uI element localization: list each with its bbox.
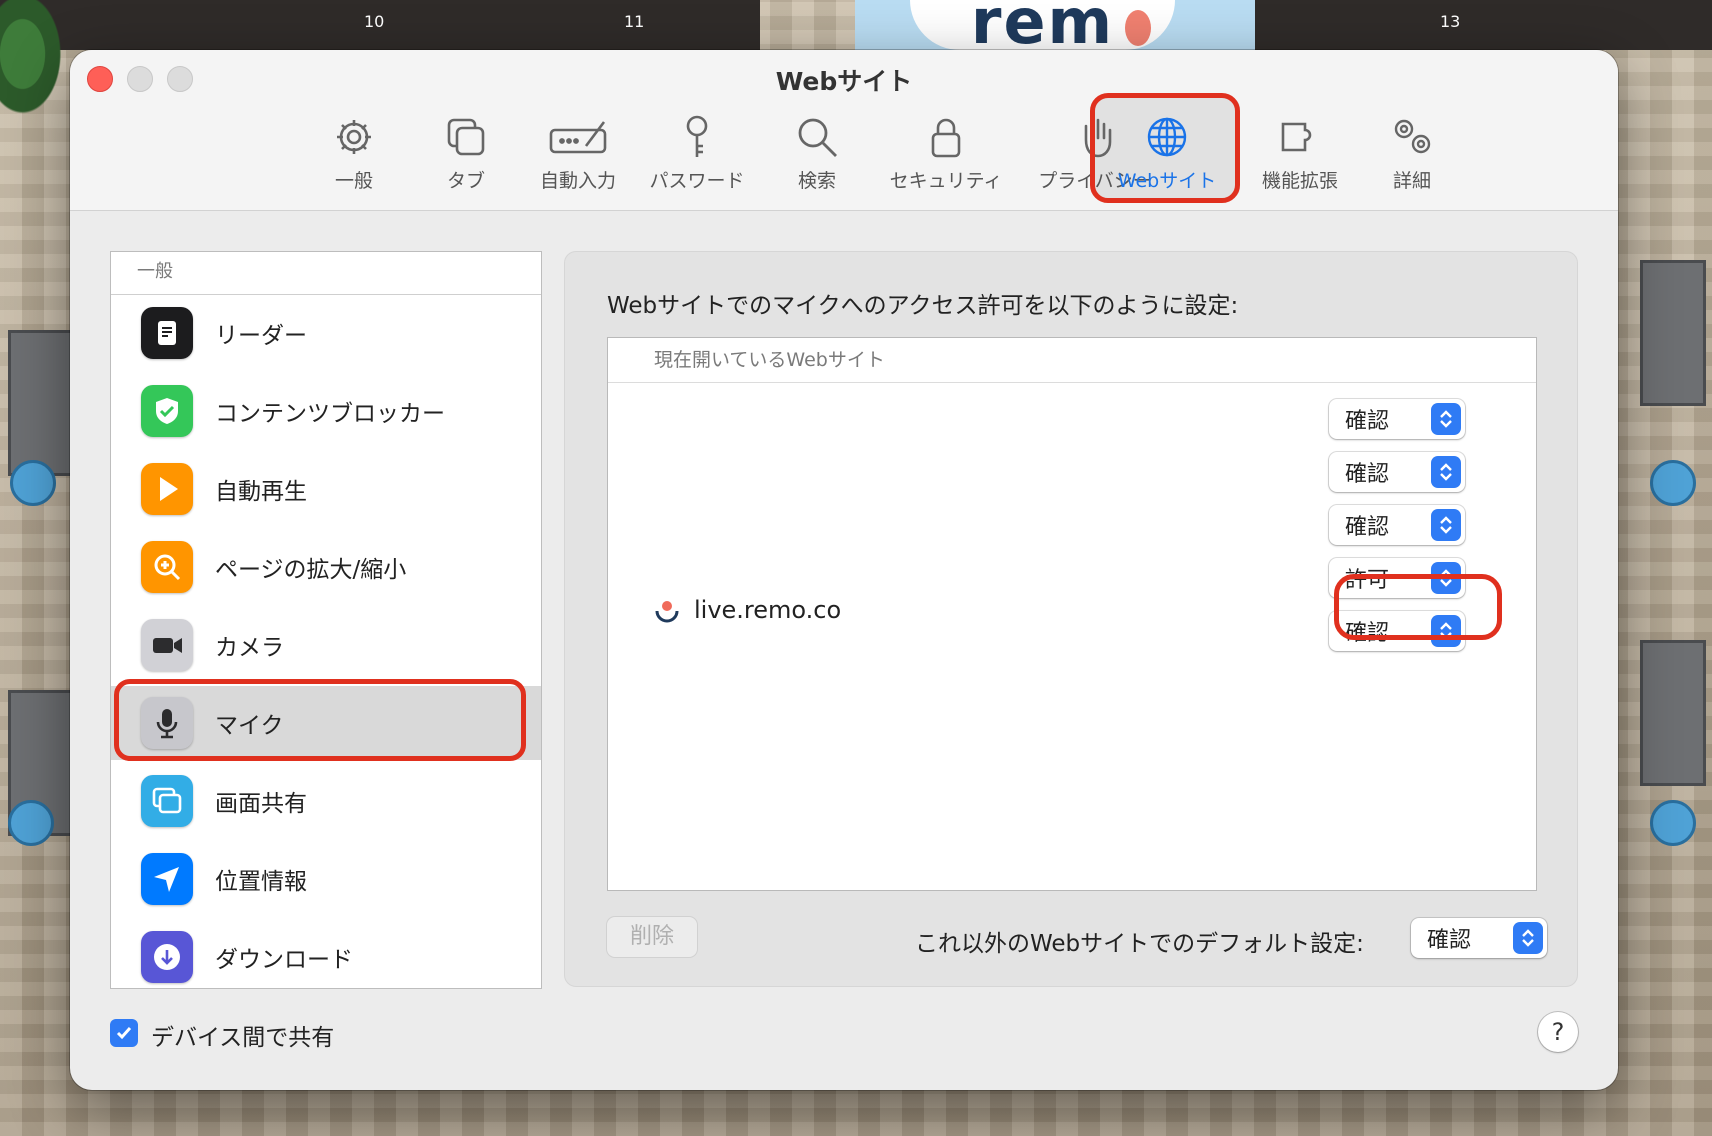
highlight-microphone-item — [114, 679, 526, 761]
remo-logo-banner: rem — [855, 0, 1255, 50]
permission-popup[interactable]: 確認 — [1329, 399, 1465, 439]
plant-decoration — [0, 0, 75, 135]
toolbar-label: パスワード — [649, 170, 745, 192]
permission-popup[interactable]: 確認 — [1329, 505, 1465, 545]
window-title: Webサイト — [775, 67, 913, 96]
popup-value: 確認 — [1345, 409, 1390, 434]
background-strip — [1255, 0, 1712, 50]
toolbar-tab-autofill[interactable]: 自動入力 — [528, 114, 628, 194]
sidebar-item-autoplay[interactable]: 自動再生 — [111, 452, 541, 526]
toolbar-label: 一般 — [334, 170, 373, 192]
popup-value: 確認 — [1345, 515, 1390, 540]
sidebar-item-screen-sharing[interactable]: 画面共有 — [111, 764, 541, 838]
table-row[interactable]: live.remo.co — [654, 596, 841, 624]
desk-decoration — [8, 330, 74, 476]
highlight-websites-tab — [1090, 93, 1240, 203]
remo-logo-dot — [1125, 10, 1151, 46]
toolbar-label: 詳細 — [1392, 170, 1431, 192]
chair-decoration — [10, 460, 56, 506]
default-setting-label: これ以外のWebサイトでのデフォルト設定: — [915, 931, 1364, 957]
sidebar-item-label: 画面共有 — [215, 791, 307, 817]
settings-sidebar: 一般 リーダー コンテンツブロッカー 自動再生 ページの拡大/縮小 カメラ マイ… — [110, 251, 542, 989]
checkmark-icon — [116, 1027, 132, 1040]
sidebar-item-downloads[interactable]: ダウンロード — [111, 920, 541, 988]
popup-value: 確認 — [1345, 462, 1390, 487]
preferences-window: Webサイト 一般 タブ 自動入力 パスワード 検索 セキュリティ プライバシー… — [70, 50, 1618, 1090]
desk-decoration — [1640, 260, 1706, 406]
help-button[interactable]: ? — [1538, 1012, 1578, 1052]
toolbar-tab-general[interactable]: 一般 — [304, 114, 404, 194]
background-room-number: 11 — [624, 12, 645, 31]
background-room-number: 10 — [364, 12, 385, 31]
toolbar-tab-tabs[interactable]: タブ — [416, 114, 516, 194]
chair-decoration — [8, 800, 54, 846]
share-across-devices-checkbox[interactable] — [110, 1019, 138, 1047]
remo-icon — [654, 597, 680, 623]
shield-check-icon — [141, 385, 193, 437]
toolbar-tab-security[interactable]: セキュリティ — [876, 114, 1016, 194]
delete-button[interactable]: 削除 — [607, 917, 697, 957]
search-icon — [798, 118, 837, 157]
toolbar-tab-extensions[interactable]: 機能拡張 — [1250, 114, 1350, 194]
toolbar-label: 自動入力 — [539, 170, 616, 192]
location-icon — [141, 853, 193, 905]
highlight-allow-popup — [1334, 574, 1502, 640]
chair-decoration — [1650, 460, 1696, 506]
popup-value: 確認 — [1427, 928, 1472, 953]
gears-icon — [1394, 119, 1431, 154]
camera-icon — [141, 619, 193, 671]
sidebar-item-reader[interactable]: リーダー — [111, 296, 541, 370]
share-across-devices-label: デバイス間で共有 — [151, 1025, 335, 1051]
download-icon — [141, 931, 193, 983]
chevron-updown-icon — [1513, 922, 1543, 954]
default-setting-popup[interactable]: 確認 — [1411, 918, 1547, 958]
sidebar-item-content-blockers[interactable]: コンテンツブロッカー — [111, 374, 541, 448]
sidebar-item-label: カメラ — [215, 635, 284, 661]
gear-icon — [337, 120, 371, 154]
toolbar-label: 機能拡張 — [1261, 170, 1338, 192]
play-icon — [141, 463, 193, 515]
puzzle-icon — [1281, 122, 1312, 152]
toolbar-label: タブ — [446, 170, 485, 192]
sidebar-section-header: 一般 — [111, 252, 541, 295]
tabs-icon — [447, 118, 485, 156]
sidebar-item-label: 自動再生 — [215, 479, 307, 505]
reader-icon — [141, 307, 193, 359]
sidebar-item-label: ページの拡大/縮小 — [215, 557, 407, 583]
toolbar-tab-search[interactable]: 検索 — [767, 114, 867, 194]
screen-share-icon — [141, 775, 193, 827]
titlebar: Webサイト 一般 タブ 自動入力 パスワード 検索 セキュリティ プライバシー… — [70, 50, 1618, 211]
sidebar-item-camera[interactable]: カメラ — [111, 608, 541, 682]
toolbar-tab-passwords[interactable]: パスワード — [642, 114, 752, 194]
chevron-updown-icon — [1431, 509, 1461, 541]
sidebar-item-location[interactable]: 位置情報 — [111, 842, 541, 916]
lock-icon — [931, 118, 961, 158]
sidebar-item-label: コンテンツブロッカー — [215, 401, 445, 427]
permission-popup[interactable]: 確認 — [1329, 452, 1465, 492]
toolbar-label: 検索 — [797, 170, 836, 192]
zoom-icon — [141, 541, 193, 593]
desk-decoration — [1640, 640, 1706, 786]
sidebar-item-label: ダウンロード — [215, 947, 353, 973]
panel-description: Webサイトでのマイクへのアクセス許可を以下のように設定: — [607, 293, 1239, 319]
sidebar-item-label: 位置情報 — [215, 869, 307, 895]
toolbar-label: セキュリティ — [889, 170, 1003, 192]
toolbar-tab-advanced[interactable]: 詳細 — [1362, 114, 1462, 194]
key-icon — [686, 115, 708, 157]
chevron-updown-icon — [1431, 456, 1461, 488]
sidebar-item-label: リーダー — [215, 323, 307, 349]
site-name: live.remo.co — [694, 596, 842, 624]
table-section-header: 現在開いているWebサイト — [608, 338, 1536, 383]
chair-decoration — [1650, 800, 1696, 846]
chevron-updown-icon — [1431, 403, 1461, 435]
autofill-icon — [549, 121, 607, 154]
sidebar-item-page-zoom[interactable]: ページの拡大/縮小 — [111, 530, 541, 604]
background-room-number: 13 — [1440, 12, 1461, 31]
